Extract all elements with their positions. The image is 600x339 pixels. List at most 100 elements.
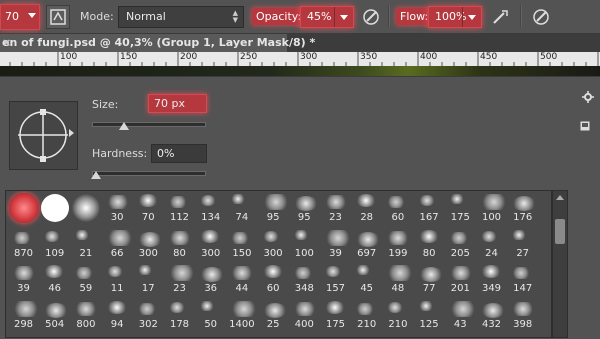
brush-panel-toggle-icon[interactable] xyxy=(46,5,70,29)
brush-tip-icon xyxy=(512,267,531,279)
brush-tip-preview[interactable] xyxy=(9,101,78,170)
brush-preset-size: 205 xyxy=(450,247,470,259)
gear-icon[interactable] xyxy=(582,91,594,106)
brush-preset[interactable]: 398 xyxy=(507,299,538,332)
flow-field[interactable]: 100% xyxy=(428,6,482,28)
brush-preset[interactable]: 25 xyxy=(258,299,289,332)
brush-preset[interactable]: 70 xyxy=(133,192,164,225)
brush-preset[interactable]: 21 xyxy=(70,228,101,261)
brush-preset[interactable]: 23 xyxy=(164,263,195,296)
brush-preset[interactable]: 300 xyxy=(133,228,164,261)
brush-preset[interactable]: 167 xyxy=(414,192,445,225)
document-tab[interactable]: en of fungi.psd @ 40,3% (Group 1, Layer … xyxy=(0,34,315,52)
pressure-opacity-icon[interactable] xyxy=(360,6,382,28)
brush-preset[interactable]: 175 xyxy=(445,192,476,225)
brush-preset[interactable]: 175 xyxy=(320,299,351,332)
brush-preset[interactable]: 157 xyxy=(320,263,351,296)
preset-scrollbar[interactable] xyxy=(552,190,568,338)
brush-preset[interactable]: 178 xyxy=(164,299,195,332)
chevron-down-icon[interactable] xyxy=(334,7,353,27)
brush-preset[interactable]: 199 xyxy=(382,228,413,261)
brush-preset[interactable]: 504 xyxy=(39,299,70,332)
brush-preset[interactable]: 134 xyxy=(195,192,226,225)
brush-preset[interactable]: 45 xyxy=(351,263,382,296)
brush-preset-size: 199 xyxy=(388,247,408,259)
brush-preset[interactable]: 44 xyxy=(226,263,257,296)
brush-preset[interactable]: 201 xyxy=(445,263,476,296)
brush-preset[interactable]: 39 xyxy=(320,228,351,261)
opacity-value: 45% xyxy=(307,10,332,23)
size-slider-thumb[interactable] xyxy=(119,122,130,130)
hardness-slider-thumb[interactable] xyxy=(91,171,101,179)
brush-preset[interactable]: 24 xyxy=(476,228,507,261)
size-input[interactable]: 70 px xyxy=(148,94,207,113)
brush-preset-size: 28 xyxy=(360,212,374,223)
brush-preset[interactable]: 36 xyxy=(195,263,226,296)
close-icon[interactable]: × xyxy=(2,36,280,49)
scrollbar-thumb[interactable] xyxy=(555,219,565,244)
brush-preset[interactable]: 74 xyxy=(226,192,257,225)
brush-preset[interactable]: 125 xyxy=(414,299,445,332)
brush-preset[interactable]: 210 xyxy=(351,299,382,332)
brush-preset[interactable]: 147 xyxy=(507,263,538,296)
opacity-field[interactable]: 45% xyxy=(300,6,354,28)
brush-preset[interactable]: 43 xyxy=(445,299,476,332)
hardness-slider[interactable] xyxy=(92,171,206,176)
brush-preset[interactable]: 100 xyxy=(476,192,507,225)
brush-preset[interactable]: 94 xyxy=(102,299,133,332)
brush-preset[interactable]: 800 xyxy=(70,299,101,332)
scroll-up-icon[interactable] xyxy=(556,195,564,200)
brush-preset[interactable]: 400 xyxy=(289,299,320,332)
brush-preset[interactable]: 870 xyxy=(8,228,39,261)
brush-preset[interactable]: 39 xyxy=(8,263,39,296)
brush-preset[interactable]: 348 xyxy=(289,263,320,296)
brush-preset[interactable]: 300 xyxy=(195,228,226,261)
mode-select[interactable]: Normal ▲ ▼ xyxy=(118,6,244,28)
brush-preset[interactable]: 60 xyxy=(258,263,289,296)
brush-preset[interactable]: 697 xyxy=(351,228,382,261)
brush-preset[interactable]: 210 xyxy=(382,299,413,332)
brush-preset[interactable]: 95 xyxy=(289,192,320,225)
brush-preset[interactable]: 50 xyxy=(195,299,226,332)
brush-preset[interactable]: 100 xyxy=(289,228,320,261)
brush-preset[interactable]: 23 xyxy=(320,192,351,225)
hardness-input[interactable]: 0% xyxy=(151,144,207,163)
brush-preset[interactable]: 109 xyxy=(39,228,70,261)
brush-preset[interactable]: 66 xyxy=(102,228,133,261)
pressure-size-icon[interactable] xyxy=(530,6,552,28)
brush-preset[interactable]: 11 xyxy=(102,263,133,296)
brush-preset[interactable]: 432 xyxy=(476,299,507,332)
brush-preset[interactable]: 298 xyxy=(8,299,39,332)
brush-size-picker[interactable]: 70 xyxy=(0,4,40,30)
chevron-down-icon[interactable] xyxy=(462,7,481,27)
brush-preset[interactable]: 300 xyxy=(258,228,289,261)
brush-preset[interactable]: 59 xyxy=(70,263,101,296)
airbrush-icon[interactable] xyxy=(490,6,512,28)
brush-preset[interactable]: 17 xyxy=(133,263,164,296)
size-slider[interactable] xyxy=(92,122,206,127)
brush-preset[interactable]: 27 xyxy=(507,228,538,261)
brush-preset[interactable] xyxy=(70,192,101,225)
brush-preset-size: 800 xyxy=(76,318,96,330)
brush-preset[interactable]: 80 xyxy=(414,228,445,261)
brush-preset[interactable]: 150 xyxy=(226,228,257,261)
brush-preset[interactable]: 30 xyxy=(102,192,133,225)
brush-preset[interactable]: 46 xyxy=(39,263,70,296)
new-preset-icon[interactable] xyxy=(580,121,590,134)
brush-preset[interactable]: 28 xyxy=(351,192,382,225)
canvas-area[interactable] xyxy=(0,66,600,76)
brush-preset[interactable]: 176 xyxy=(507,192,538,225)
brush-preset[interactable]: 112 xyxy=(164,192,195,225)
brush-preset[interactable]: 1400 xyxy=(226,299,258,332)
brush-preset[interactable]: 349 xyxy=(476,263,507,296)
brush-preset[interactable]: 80 xyxy=(164,228,195,261)
brush-preset[interactable] xyxy=(8,192,39,225)
brush-preset[interactable]: 205 xyxy=(445,228,476,261)
brush-preset[interactable]: 60 xyxy=(382,192,413,225)
brush-preset[interactable]: 77 xyxy=(414,263,445,296)
brush-preset[interactable]: 302 xyxy=(133,299,164,332)
brush-preset[interactable]: 48 xyxy=(382,263,414,296)
ruler-tick-label: 300 xyxy=(300,52,318,62)
brush-preset[interactable]: 95 xyxy=(258,192,289,225)
brush-preset[interactable] xyxy=(39,192,70,225)
